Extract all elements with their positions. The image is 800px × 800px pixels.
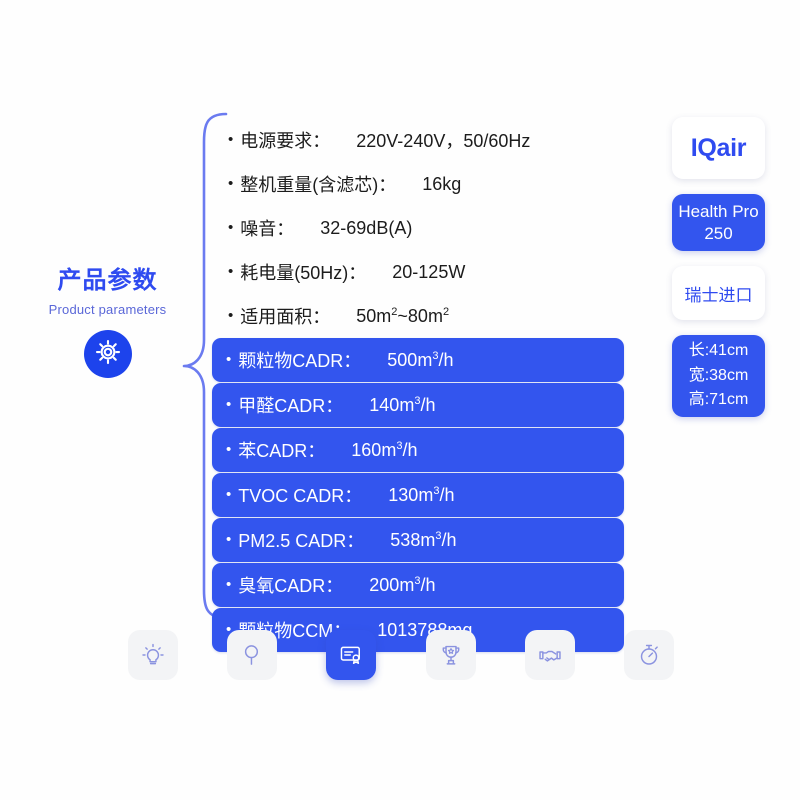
spec-value: 140m3/h: [369, 394, 436, 415]
spec-value: 130m3/h: [388, 484, 455, 505]
gear-badge: [83, 330, 132, 379]
icon-tile-magnifier[interactable]: [227, 630, 278, 680]
model-label-line1: Health Pro: [678, 202, 759, 222]
spec-label: 耗电量(50Hz)：: [240, 263, 367, 283]
spec-label: 适用面积：: [240, 307, 331, 327]
spec-label: 甲醛CADR：: [238, 396, 344, 416]
icon-tile-lightbulb[interactable]: [128, 630, 178, 680]
product-cards: IQair Health Pro 250 瑞士进口 长:41cm 宽:38cm …: [672, 117, 765, 432]
dimension-height: 高:71cm: [688, 391, 749, 409]
spec-row: • 耗电量(50Hz)： 20-125W: [212, 250, 624, 294]
page-subtitle: Product parameters: [48, 302, 167, 318]
bullet-icon: •: [226, 485, 232, 503]
spec-row[interactable]: • TVOC CADR： 130m3/h: [212, 473, 624, 517]
spec-value: 50m2~80m2: [356, 305, 450, 326]
spec-value: 160m3/h: [351, 439, 418, 460]
model-card[interactable]: Health Pro 250: [672, 194, 765, 251]
section-label: 产品参数 Product parameters: [20, 267, 195, 379]
spec-row: • 整机重量(含滤芯)： 16kg: [212, 162, 624, 206]
spec-value: 220V-240V，50/60Hz: [356, 131, 531, 151]
spec-label: 臭氧CADR：: [238, 576, 344, 596]
icon-tile-trophy[interactable]: [425, 630, 476, 680]
spec-value: 20-125W: [392, 261, 466, 282]
brand-label: IQair: [690, 133, 747, 162]
bullet-icon: •: [226, 350, 232, 368]
spec-row: • 适用面积： 50m2~80m2: [212, 294, 624, 338]
spec-value: 200m3/h: [369, 574, 436, 595]
spec-label: 电源要求：: [240, 131, 331, 151]
spec-row: • 噪音： 32-69dB(A): [212, 206, 624, 250]
origin-label: 瑞士进口: [684, 285, 753, 305]
spec-label: 苯CADR：: [238, 441, 326, 461]
dimension-width: 宽:38cm: [688, 366, 749, 384]
product-spec-panel: 产品参数 Product parameters • 电源要求： 220V-240V，…: [0, 0, 800, 800]
spec-row[interactable]: • 甲醛CADR： 140m3/h: [212, 383, 624, 427]
spec-value: 500m3/h: [387, 349, 454, 370]
spec-value: 16kg: [422, 173, 462, 194]
spec-label: 整机重量(含滤芯)：: [240, 175, 397, 195]
trophy-icon: [438, 642, 464, 668]
spec-row[interactable]: • 苯CADR： 160m3/h: [212, 428, 624, 472]
spec-value: 32-69dB(A): [320, 217, 413, 238]
bullet-icon: •: [226, 575, 232, 593]
bullet-icon: •: [226, 395, 232, 413]
lightbulb-icon: [140, 642, 166, 668]
bullet-icon: •: [228, 130, 234, 148]
spec-label: 噪音：: [240, 219, 295, 239]
stopwatch-icon: [636, 642, 662, 668]
brand-card[interactable]: IQair: [672, 117, 765, 179]
gear-icon: [93, 337, 123, 372]
certificate-icon: [338, 642, 364, 668]
spec-row: • 电源要求： 220V-240V，50/60Hz: [212, 118, 624, 162]
spec-label: PM2.5 CADR：: [238, 531, 365, 551]
icon-tile-handshake[interactable]: [524, 630, 575, 680]
spec-label: 颗粒物CADR：: [238, 351, 362, 371]
icon-tile-stopwatch[interactable]: [623, 630, 674, 680]
bullet-icon: •: [228, 174, 234, 192]
bullet-icon: •: [228, 218, 234, 236]
origin-card[interactable]: 瑞士进口: [672, 266, 765, 320]
spec-list: • 电源要求： 220V-240V，50/60Hz • 整机重量(含滤芯)： 16kg • 噪…: [212, 118, 624, 653]
model-label-line2: 250: [704, 223, 733, 243]
spec-row[interactable]: • 臭氧CADR： 200m3/h: [212, 563, 624, 607]
spec-row[interactable]: • 颗粒物CADR： 500m3/h: [212, 338, 624, 382]
bullet-icon: •: [226, 530, 232, 548]
spec-value: 538m3/h: [390, 529, 457, 550]
icon-tile-certificate[interactable]: [326, 630, 377, 680]
dimensions-card[interactable]: 长:41cm 宽:38cm 高:71cm: [672, 335, 765, 417]
handshake-icon: [537, 642, 563, 668]
bullet-icon: •: [228, 262, 234, 280]
dimension-length: 长:41cm: [688, 341, 749, 359]
page-title: 产品参数: [57, 267, 158, 294]
icon-tab-bar: [128, 628, 674, 682]
magnifier-icon: [239, 642, 265, 668]
bullet-icon: •: [226, 440, 232, 458]
spec-row[interactable]: • PM2.5 CADR： 538m3/h: [212, 518, 624, 562]
spec-label: TVOC CADR：: [238, 486, 363, 506]
bullet-icon: •: [228, 306, 234, 324]
